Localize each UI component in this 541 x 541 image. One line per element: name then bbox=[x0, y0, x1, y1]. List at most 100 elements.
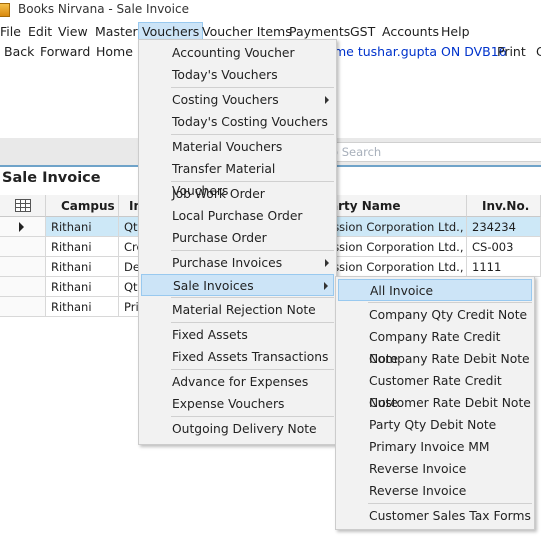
menu-item-transfer-material-vouchers[interactable]: Transfer Material Vouchers bbox=[141, 158, 334, 198]
menu-item-label: Material Vouchers bbox=[172, 140, 283, 154]
menu-separator bbox=[171, 416, 334, 417]
menu-view[interactable]: View bbox=[55, 23, 91, 40]
row-header[interactable] bbox=[0, 277, 46, 297]
menu-item-label: Primary Invoice MM bbox=[369, 440, 490, 454]
submenu-arrow-icon bbox=[324, 282, 328, 290]
menu-item-company-qty-credit-note[interactable]: Company Qty Credit Note bbox=[338, 304, 532, 326]
menu-separator bbox=[171, 297, 334, 298]
menu-item-label: Job Work Order bbox=[172, 187, 265, 201]
grid-settings-icon[interactable] bbox=[15, 199, 31, 213]
menu-item-company-rate-credit-note[interactable]: Company Rate Credit Note bbox=[338, 326, 532, 366]
menu-bar: File Edit View Master Vouchers Voucher I… bbox=[0, 21, 541, 41]
cell-inv-no: CS-003 bbox=[467, 237, 541, 257]
menu-item-fixed-assets-transactions[interactable]: Fixed Assets Transactions bbox=[141, 346, 334, 368]
menu-master[interactable]: Master bbox=[92, 23, 141, 40]
menu-item-label: Fixed Assets bbox=[172, 328, 248, 342]
cell-inv-no: 1111 bbox=[467, 257, 541, 277]
menu-item-expense-vouchers[interactable]: Expense Vouchers bbox=[141, 393, 334, 415]
title-bar: Books Nirvana - Sale Invoice bbox=[0, 0, 541, 20]
menu-separator bbox=[171, 87, 334, 88]
row-header[interactable] bbox=[0, 297, 46, 317]
menu-help[interactable]: Help bbox=[438, 23, 473, 40]
cell-campus: Rithani bbox=[46, 277, 119, 297]
menu-item-label: Reverse Invoice bbox=[369, 484, 467, 498]
menu-item-label: Purchase Order bbox=[172, 231, 267, 245]
menu-item-today-s-vouchers[interactable]: Today's Vouchers bbox=[141, 64, 334, 86]
window-title: Books Nirvana - Sale Invoice bbox=[18, 2, 189, 16]
menu-item-label: Company Rate Debit Note bbox=[369, 352, 530, 366]
menu-file[interactable]: File bbox=[0, 23, 24, 40]
menu-voucher-items[interactable]: Voucher Items bbox=[199, 23, 295, 40]
menu-item-label: Customer Rate Debit Note bbox=[369, 396, 531, 410]
cell-party: ission Corporation Ltd., E bbox=[330, 217, 467, 237]
menu-item-advance-for-expenses[interactable]: Advance for Expenses bbox=[141, 371, 334, 393]
menu-gst[interactable]: GST bbox=[347, 23, 378, 40]
vouchers-dropdown-menu: Accounting Voucher Today's Vouchers Costin… bbox=[138, 39, 337, 445]
cell-campus: Rithani bbox=[46, 257, 119, 277]
menu-item-sale-invoices[interactable]: Sale Invoices bbox=[141, 274, 334, 296]
menu-item-label: Customer Sales Tax Forms bbox=[369, 509, 531, 523]
column-header-inv-no[interactable]: Inv.No. bbox=[467, 195, 541, 217]
menu-item-reverse-invoice[interactable]: Reverse Invoice bbox=[338, 458, 532, 480]
app-icon bbox=[0, 3, 10, 17]
sale-invoices-submenu: All Invoice Company Qty Credit Note Compan… bbox=[335, 276, 535, 530]
back-button[interactable]: Back bbox=[4, 44, 34, 59]
forward-button[interactable]: Forward bbox=[40, 44, 90, 59]
menu-item-customer-rate-credit-note[interactable]: Customer Rate Credit Note bbox=[338, 370, 532, 410]
print-button[interactable]: Print bbox=[497, 44, 526, 59]
menu-item-material-rejection-note[interactable]: Material Rejection Note bbox=[141, 299, 334, 321]
menu-item-company-rate-debit-note[interactable]: Company Rate Debit Note bbox=[338, 348, 532, 370]
menu-item-accounting-voucher[interactable]: Accounting Voucher bbox=[141, 42, 334, 64]
menu-accounts[interactable]: Accounts bbox=[379, 23, 442, 40]
menu-item-label: Accounting Voucher bbox=[172, 46, 295, 60]
current-row-arrow-icon bbox=[19, 222, 24, 232]
menu-item-all-invoice[interactable]: All Invoice bbox=[338, 279, 532, 301]
menu-item-customer-rate-debit-note[interactable]: Customer Rate Debit Note bbox=[338, 392, 532, 414]
grid-corner[interactable] bbox=[0, 195, 46, 217]
menu-item-party-qty-debit-note[interactable]: Party Qty Debit Note bbox=[338, 414, 532, 436]
menu-item-label: Local Purchase Order bbox=[172, 209, 303, 223]
menu-item-label: Costing Vouchers bbox=[172, 93, 279, 107]
menu-item-label: Today's Vouchers bbox=[172, 68, 278, 82]
menu-separator bbox=[368, 503, 532, 504]
menu-item-costing-vouchers[interactable]: Costing Vouchers bbox=[141, 89, 334, 111]
toolbar-extra-button[interactable]: C bbox=[536, 44, 541, 59]
menu-item-material-vouchers[interactable]: Material Vouchers bbox=[141, 136, 334, 158]
menu-separator bbox=[368, 302, 532, 303]
menu-item-today-s-costing-vouchers[interactable]: Today's Costing Vouchers bbox=[141, 111, 334, 133]
menu-item-label: Sale Invoices bbox=[173, 279, 254, 293]
menu-item-label: Expense Vouchers bbox=[172, 397, 285, 411]
menu-item-label: Purchase Invoices bbox=[172, 256, 283, 270]
menu-item-customer-sales-tax-forms[interactable]: Customer Sales Tax Forms bbox=[338, 505, 532, 527]
menu-payments[interactable]: Payments bbox=[286, 23, 353, 40]
menu-item-outgoing-delivery-note[interactable]: Outgoing Delivery Note bbox=[141, 418, 334, 440]
menu-item-fixed-assets[interactable]: Fixed Assets bbox=[141, 324, 334, 346]
menu-separator bbox=[171, 181, 334, 182]
menu-edit[interactable]: Edit bbox=[25, 23, 55, 40]
row-header[interactable] bbox=[0, 217, 46, 237]
cell-campus: Rithani bbox=[46, 297, 119, 317]
cell-party: ission Corporation Ltd., E bbox=[330, 257, 467, 277]
cell-inv-no: 234234 bbox=[467, 217, 541, 237]
row-header[interactable] bbox=[0, 257, 46, 277]
cell-campus: Rithani bbox=[46, 237, 119, 257]
menu-separator bbox=[171, 369, 334, 370]
row-header[interactable] bbox=[0, 237, 46, 257]
menu-item-primary-invoice-mm[interactable]: Primary Invoice MM bbox=[338, 436, 532, 458]
user-info: me tushar.gupta ON DVB16 bbox=[334, 44, 507, 59]
menu-item-label: Today's Costing Vouchers bbox=[172, 115, 328, 129]
menu-item-local-purchase-order[interactable]: Local Purchase Order bbox=[141, 205, 334, 227]
menu-item-label: Fixed Assets Transactions bbox=[172, 350, 329, 364]
menu-item-job-work-order[interactable]: Job Work Order bbox=[141, 183, 334, 205]
cell-party: ission Corporation Ltd., E bbox=[330, 237, 467, 257]
menu-item-purchase-invoices[interactable]: Purchase Invoices bbox=[141, 252, 334, 274]
menu-item-label: Reverse Invoice bbox=[369, 462, 467, 476]
submenu-arrow-icon bbox=[325, 259, 329, 267]
column-header-campus[interactable]: Campus bbox=[46, 195, 119, 217]
menu-item-reverse-invoice[interactable]: Reverse Invoice bbox=[338, 480, 532, 502]
home-button[interactable]: Home bbox=[96, 44, 133, 59]
menu-separator bbox=[171, 322, 334, 323]
column-header-party-name[interactable]: arty Name bbox=[330, 195, 467, 217]
menu-item-purchase-order[interactable]: Purchase Order bbox=[141, 227, 334, 249]
menu-item-label: Material Rejection Note bbox=[172, 303, 316, 317]
